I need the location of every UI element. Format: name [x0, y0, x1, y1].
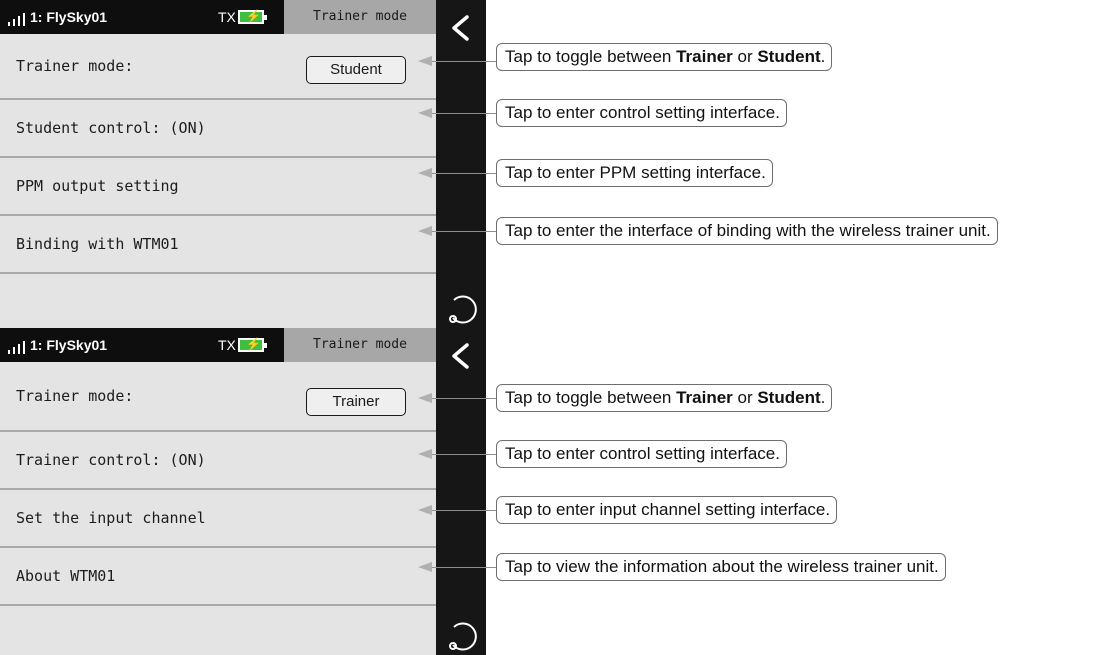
tx-label: TX	[218, 337, 236, 353]
trainer-screen-trainer: 1: FlySky01 TX ⚡ Trainer mode Trainer mo…	[0, 328, 486, 655]
callout-bold-student: Student	[757, 388, 821, 407]
pointer-arrow-icon	[418, 56, 432, 66]
signal-bars-icon	[8, 340, 30, 354]
binding-row[interactable]: Binding with WTM01	[0, 216, 436, 274]
leader-line	[432, 113, 496, 114]
mode-toggle-button[interactable]: Trainer	[306, 388, 406, 416]
leader-line	[432, 567, 496, 568]
pointer-arrow-icon	[418, 449, 432, 459]
callout-text: Tap to toggle between	[505, 47, 677, 66]
student-control-row[interactable]: Student control: (ON)	[0, 100, 436, 158]
row-label: About WTM01	[16, 567, 116, 585]
callout-control-setting: Tap to enter control setting interface.	[496, 440, 787, 468]
battery-charging-icon: ⚡	[238, 337, 267, 352]
pointer-arrow-icon	[418, 108, 432, 118]
mode-toggle-button[interactable]: Student	[306, 56, 406, 84]
model-name: 1: FlySky01	[30, 337, 108, 353]
callout-text: .	[820, 388, 826, 407]
callout-toggle-mode: Tap to toggle between Trainer or Student…	[496, 43, 833, 71]
pointer-arrow-icon	[418, 168, 432, 178]
leader-line	[432, 231, 496, 232]
status-bar: 1: FlySky01 TX ⚡ Trainer mode	[0, 328, 436, 362]
callout-text: or	[732, 47, 758, 66]
refresh-icon[interactable]	[444, 290, 480, 326]
leader-line	[432, 398, 496, 399]
pointer-arrow-icon	[418, 393, 432, 403]
page-title: Trainer mode	[284, 328, 436, 362]
model-name: 1: FlySky01	[30, 9, 108, 25]
callout-text: or	[732, 388, 758, 407]
leader-line	[432, 61, 496, 62]
sidebar	[436, 328, 486, 655]
refresh-icon[interactable]	[444, 617, 480, 653]
callout-bold-trainer: Trainer	[676, 388, 733, 407]
chevron-left-icon[interactable]	[448, 342, 472, 370]
callout-bold-student: Student	[757, 47, 821, 66]
callout-control-setting: Tap to enter control setting interface.	[496, 99, 787, 127]
leader-line	[432, 173, 496, 174]
chevron-left-icon[interactable]	[448, 14, 472, 42]
callout-binding: Tap to enter the interface of binding wi…	[496, 217, 998, 245]
row-label: Binding with WTM01	[16, 235, 179, 253]
callout-ppm-setting: Tap to enter PPM setting interface.	[496, 159, 773, 187]
row-label: PPM output setting	[16, 177, 179, 195]
trainer-screen-student: 1: FlySky01 TX ⚡ Trainer mode Trainer mo…	[0, 0, 486, 328]
callout-bold-trainer: Trainer	[676, 47, 733, 66]
signal-bars-icon	[8, 12, 30, 26]
trainer-mode-row[interactable]: Trainer mode: Student	[0, 34, 436, 100]
row-label: Trainer mode:	[16, 57, 134, 75]
leader-line	[432, 510, 496, 511]
trainer-mode-row[interactable]: Trainer mode: Trainer	[0, 362, 436, 432]
page-title: Trainer mode	[284, 0, 436, 34]
trainer-control-row[interactable]: Trainer control: (ON)	[0, 432, 436, 490]
callout-text: .	[820, 47, 826, 66]
row-label: Trainer mode:	[16, 387, 134, 405]
callout-input-channel: Tap to enter input channel setting inter…	[496, 496, 838, 524]
tx-label: TX	[218, 9, 236, 25]
pointer-arrow-icon	[418, 562, 432, 572]
callout-toggle-mode: Tap to toggle between Trainer or Student…	[496, 384, 833, 412]
callout-text: Tap to toggle between	[505, 388, 677, 407]
callout-about-wtm01: Tap to view the information about the wi…	[496, 553, 946, 581]
ppm-output-row[interactable]: PPM output setting	[0, 158, 436, 216]
pointer-arrow-icon	[418, 226, 432, 236]
input-channel-row[interactable]: Set the input channel	[0, 490, 436, 548]
leader-line	[432, 454, 496, 455]
pointer-arrow-icon	[418, 505, 432, 515]
row-label: Trainer control: (ON)	[16, 451, 206, 469]
row-label: Set the input channel	[16, 509, 206, 527]
battery-charging-icon: ⚡	[238, 9, 267, 24]
about-wtm01-row[interactable]: About WTM01	[0, 548, 436, 606]
sidebar	[436, 0, 486, 328]
row-label: Student control: (ON)	[16, 119, 206, 137]
status-bar: 1: FlySky01 TX ⚡ Trainer mode	[0, 0, 436, 34]
